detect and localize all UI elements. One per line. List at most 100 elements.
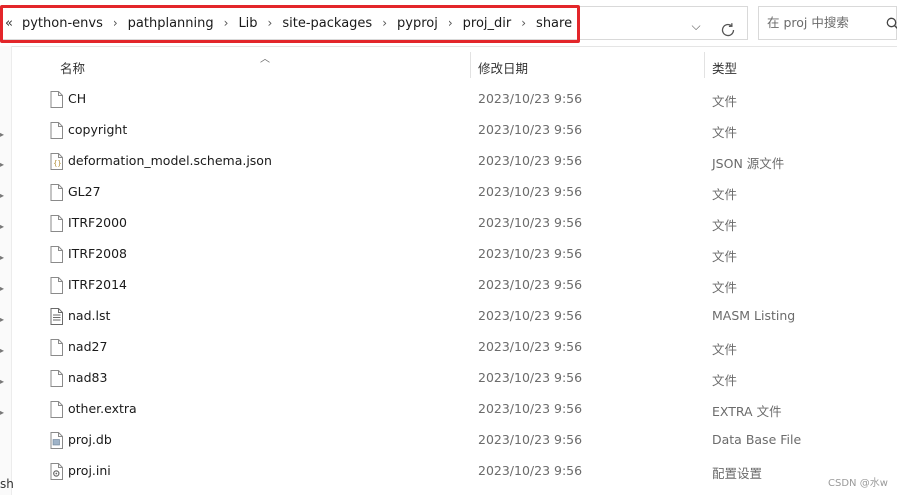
breadcrumb: « python-envs › pathplanning › Lib › sit… — [3, 7, 580, 39]
blank-file-icon — [50, 215, 63, 232]
file-type: 文件 — [712, 94, 738, 109]
file-date: 2023/10/23 9:56 — [478, 215, 583, 230]
file-name: proj.ini — [68, 463, 111, 478]
chevron-right-icon[interactable]: › — [575, 16, 580, 30]
chevron-right-icon[interactable]: › — [375, 16, 394, 30]
breadcrumb-lib[interactable]: Lib — [235, 16, 260, 31]
file-name: copyright — [68, 122, 128, 137]
file-date: 2023/10/23 9:56 — [478, 308, 583, 323]
breadcrumb-pathplanning[interactable]: pathplanning — [125, 16, 217, 31]
file-type: Data Base File — [712, 432, 802, 447]
expand-arrow-icon[interactable]: ▸ — [0, 160, 8, 170]
search-input[interactable] — [765, 14, 884, 31]
file-date: 2023/10/23 9:56 — [478, 153, 583, 168]
file-type: 文件 — [712, 342, 738, 357]
chevron-right-icon[interactable]: › — [106, 16, 125, 30]
file-date: 2023/10/23 9:56 — [478, 463, 583, 478]
file-name: nad83 — [68, 370, 108, 385]
breadcrumb-share[interactable]: share — [533, 16, 575, 31]
file-name: ITRF2014 — [68, 277, 128, 292]
file-type: 文件 — [712, 280, 738, 295]
file-row[interactable]: nad.lst 2023/10/23 9:56 MASM Listing — [40, 301, 897, 332]
file-row[interactable]: nad83 2023/10/23 9:56 文件 — [40, 363, 897, 394]
search-box[interactable] — [758, 6, 897, 40]
file-name: other.extra — [68, 401, 137, 416]
blank-file-icon — [50, 339, 63, 356]
navigation-pane[interactable]: ▸ ▸ ▸ ▸ ▸ ▸ ▸ ▸ ▸ ▸ — [0, 46, 12, 495]
refresh-icon[interactable] — [718, 20, 738, 40]
file-row[interactable]: copyright 2023/10/23 9:56 文件 — [40, 115, 897, 146]
expand-arrow-icon[interactable]: ▸ — [0, 222, 8, 232]
file-date: 2023/10/23 9:56 — [478, 184, 583, 199]
breadcrumb-proj-dir[interactable]: proj_dir — [460, 16, 515, 31]
column-header-date[interactable]: 修改日期 — [478, 58, 528, 77]
file-name: proj.db — [68, 432, 112, 447]
file-date: 2023/10/23 9:56 — [478, 122, 583, 137]
blank-file-icon — [50, 370, 63, 387]
file-name: CH — [68, 91, 87, 106]
file-date: 2023/10/23 9:56 — [478, 339, 583, 354]
breadcrumb-site-packages[interactable]: site-packages — [279, 16, 375, 31]
file-name: GL27 — [68, 184, 101, 199]
file-row[interactable]: nad27 2023/10/23 9:56 文件 — [40, 332, 897, 363]
address-history-dropdown-icon[interactable]: ⌵ — [689, 19, 703, 34]
text-file-icon — [50, 308, 63, 325]
breadcrumb-overflow-button[interactable]: « — [3, 16, 19, 31]
file-row[interactable]: CH 2023/10/23 9:56 文件 — [40, 84, 897, 115]
file-type: EXTRA 文件 — [712, 404, 782, 419]
search-icon[interactable] — [886, 17, 897, 31]
file-date: 2023/10/23 9:56 — [478, 246, 583, 261]
file-row[interactable]: ITRF2000 2023/10/23 9:56 文件 — [40, 208, 897, 239]
chevron-right-icon[interactable]: › — [441, 16, 460, 30]
address-bar[interactable]: « python-envs › pathplanning › Lib › sit… — [0, 6, 748, 40]
file-type: 文件 — [712, 187, 738, 202]
expand-arrow-icon[interactable]: ▸ — [0, 253, 8, 263]
file-date: 2023/10/23 9:56 — [478, 277, 583, 292]
file-date: 2023/10/23 9:56 — [478, 370, 583, 385]
expand-arrow-icon[interactable]: ▸ — [0, 315, 8, 325]
file-name: deformation_model.schema.json — [68, 153, 272, 168]
file-date: 2023/10/23 9:56 — [478, 91, 583, 106]
file-name: ITRF2008 — [68, 246, 128, 261]
file-name: ITRF2000 — [68, 215, 128, 230]
blank-file-icon — [50, 122, 63, 139]
file-type: 文件 — [712, 218, 738, 233]
file-row[interactable]: proj.ini 2023/10/23 9:56 配置设置 — [40, 456, 897, 487]
chevron-right-icon[interactable]: › — [261, 16, 280, 30]
expand-arrow-icon[interactable]: ▸ — [0, 191, 8, 201]
address-toolbar: « python-envs › pathplanning › Lib › sit… — [0, 0, 897, 47]
file-list[interactable]: ︿ 名称 修改日期 类型 CH 2023/10/23 9:56 文件 copyrigh… — [12, 46, 897, 495]
file-name: nad.lst — [68, 308, 111, 323]
expand-arrow-icon[interactable]: ▸ — [0, 130, 8, 140]
expand-arrow-icon[interactable]: ▸ — [0, 284, 8, 294]
file-row[interactable]: other.extra 2023/10/23 9:56 EXTRA 文件 — [40, 394, 897, 425]
file-row[interactable]: proj.db 2023/10/23 9:56 Data Base File — [40, 425, 897, 456]
file-name: nad27 — [68, 339, 108, 354]
column-header-name[interactable]: 名称 — [60, 58, 85, 77]
blank-file-icon — [50, 401, 63, 418]
ini-file-icon — [50, 463, 63, 480]
chevron-right-icon[interactable]: › — [514, 16, 533, 30]
column-divider[interactable] — [470, 52, 471, 78]
file-type: 文件 — [712, 373, 738, 388]
file-row[interactable]: {} deformation_model.schema.json 2023/10/2… — [40, 146, 897, 177]
breadcrumb-pyproj[interactable]: pyproj — [394, 16, 441, 31]
db-file-icon — [50, 432, 63, 449]
file-row[interactable]: ITRF2014 2023/10/23 9:56 文件 — [40, 270, 897, 301]
chevron-right-icon[interactable]: › — [217, 16, 236, 30]
file-type: 配置设置 — [712, 466, 763, 481]
sort-ascending-icon: ︿ — [260, 54, 270, 65]
expand-arrow-icon[interactable]: ▸ — [0, 346, 8, 356]
expand-arrow-icon[interactable]: ▸ — [0, 408, 8, 418]
file-row[interactable]: GL27 2023/10/23 9:56 文件 — [40, 177, 897, 208]
expand-arrow-icon[interactable]: ▸ — [0, 377, 8, 387]
svg-text:{}: {} — [53, 160, 61, 168]
column-divider[interactable] — [704, 52, 705, 78]
file-date: 2023/10/23 9:56 — [478, 432, 583, 447]
column-header-type[interactable]: 类型 — [712, 58, 737, 77]
file-type: 文件 — [712, 249, 738, 264]
file-type: MASM Listing — [712, 308, 796, 323]
breadcrumb-python-envs[interactable]: python-envs — [19, 16, 106, 31]
file-row[interactable]: ITRF2008 2023/10/23 9:56 文件 — [40, 239, 897, 270]
blank-file-icon — [50, 277, 63, 294]
